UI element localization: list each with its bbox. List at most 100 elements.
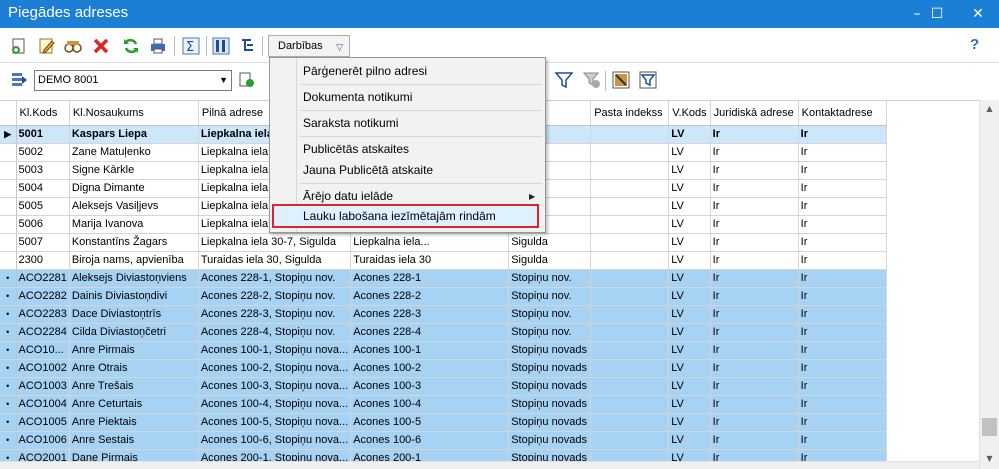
table-cell[interactable]: Anre Otrais — [69, 359, 199, 378]
table-cell[interactable]: Ir — [798, 197, 887, 216]
table-cell[interactable]: Ir — [710, 395, 799, 414]
table-cell[interactable] — [590, 179, 670, 198]
table-cell[interactable]: ACO1005 — [16, 413, 70, 432]
table-cell[interactable]: Ir — [710, 341, 799, 360]
table-cell[interactable]: LV — [668, 197, 711, 216]
table-cell[interactable]: Acones 228-2, Stopiņu nov. — [198, 287, 352, 306]
table-cell[interactable]: 5003 — [16, 161, 70, 180]
table-cell[interactable]: LV — [668, 359, 711, 378]
table-cell[interactable]: Turaidas iela 30 — [350, 251, 510, 270]
row-indicator[interactable] — [0, 161, 17, 180]
table-cell[interactable]: Stopiņu novads — [508, 359, 592, 378]
table-cell[interactable]: Stopiņu novads — [508, 377, 592, 396]
maximize-button[interactable]: ☐ — [917, 0, 957, 28]
table-cell[interactable]: LV — [668, 215, 711, 234]
table-row[interactable]: • ACO2283 Dace Diviastoņtrīs Acones 228-3, … — [0, 305, 887, 324]
table-cell[interactable]: LV — [668, 125, 711, 144]
table-cell[interactable]: Acones 228-2 — [350, 287, 510, 306]
table-cell[interactable]: LV — [668, 377, 711, 396]
table-cell[interactable]: ACO1006 — [16, 431, 70, 450]
table-row[interactable]: • ACO2282 Dainis Diviastoņdivi Acones 228-2… — [0, 287, 887, 306]
table-cell[interactable] — [590, 287, 670, 306]
scroll-up-icon[interactable]: ▲ — [980, 100, 999, 117]
table-cell[interactable]: LV — [668, 431, 711, 450]
table-cell[interactable]: Cilda Diviastoņčetri — [69, 323, 199, 342]
column-header[interactable]: Juridiskā adrese — [710, 101, 799, 126]
table-cell[interactable]: Ir — [710, 143, 799, 162]
table-cell[interactable] — [590, 305, 670, 324]
row-indicator[interactable] — [0, 197, 17, 216]
table-cell[interactable] — [590, 161, 670, 180]
table-cell[interactable]: Acones 100-5, Stopiņu nova... — [198, 413, 352, 432]
table-cell[interactable]: Marija Ivanova — [69, 215, 199, 234]
table-cell[interactable]: Ir — [798, 287, 887, 306]
table-cell[interactable] — [590, 197, 670, 216]
table-cell[interactable]: Ir — [798, 449, 887, 461]
table-cell[interactable]: Acones 200-1 — [350, 449, 510, 461]
table-cell[interactable]: LV — [668, 233, 711, 252]
column-header[interactable]: Kl.Kods — [16, 101, 70, 126]
table-cell[interactable]: Stopiņu novads — [508, 431, 592, 450]
column-header[interactable]: Kontaktadrese — [798, 101, 887, 126]
table-cell[interactable]: Ir — [710, 413, 799, 432]
table-cell[interactable]: LV — [668, 269, 711, 288]
row-indicator[interactable]: • — [0, 449, 17, 461]
row-indicator[interactable]: ▶ — [0, 125, 17, 144]
table-cell[interactable]: Ir — [710, 377, 799, 396]
columns-icon[interactable] — [212, 37, 230, 55]
row-indicator[interactable] — [0, 143, 17, 162]
table-cell[interactable]: Anre Trešais — [69, 377, 199, 396]
table-cell[interactable]: Ir — [710, 431, 799, 450]
table-cell[interactable]: Aleksejs Vasiļjevs — [69, 197, 199, 216]
table-cell[interactable] — [590, 269, 670, 288]
refresh-list-icon[interactable] — [238, 71, 256, 89]
edit-icon[interactable] — [38, 37, 56, 55]
help-icon[interactable]: ? — [970, 36, 979, 53]
table-row[interactable]: • ACO2284 Cilda Diviastoņčetri Acones 228-4… — [0, 323, 887, 342]
table-cell[interactable]: Ir — [798, 179, 887, 198]
table-cell[interactable]: 5002 — [16, 143, 70, 162]
table-cell[interactable]: Ir — [798, 125, 887, 144]
table-cell[interactable]: Stopiņu novads — [508, 395, 592, 414]
table-cell[interactable] — [590, 431, 670, 450]
table-cell[interactable]: Zane Matuļenko — [69, 143, 199, 162]
menu-item-published-reports[interactable]: Publicētās atskaites — [303, 139, 409, 159]
table-cell[interactable]: LV — [668, 305, 711, 324]
table-cell[interactable]: Acones 228-4, Stopiņu nov. — [198, 323, 352, 342]
table-cell[interactable]: 5004 — [16, 179, 70, 198]
table-cell[interactable]: Ir — [798, 305, 887, 324]
tree-view-icon[interactable] — [238, 37, 256, 55]
row-indicator[interactable]: • — [0, 413, 17, 432]
table-row[interactable]: • ACO2281 Aleksejs Diviastoņviens Acones 22… — [0, 269, 887, 288]
table-cell[interactable]: Ir — [710, 215, 799, 234]
table-cell[interactable]: Acones 100-2, Stopiņu nova... — [198, 359, 352, 378]
table-cell[interactable]: LV — [668, 341, 711, 360]
table-cell[interactable]: ACO2001 — [16, 449, 70, 461]
table-cell[interactable]: Stopiņu novads — [508, 413, 592, 432]
table-cell[interactable]: Anre Pirmais — [69, 341, 199, 360]
table-cell[interactable]: Stopiņu nov. — [508, 287, 592, 306]
filter-icon[interactable] — [555, 71, 573, 89]
table-cell[interactable]: 5007 — [16, 233, 70, 252]
row-indicator[interactable]: • — [0, 323, 17, 342]
advanced-filter-icon[interactable] — [639, 71, 657, 89]
table-cell[interactable]: Ir — [710, 323, 799, 342]
table-cell[interactable]: Acones 100-6, Stopiņu nova... — [198, 431, 352, 450]
table-cell[interactable]: Konstantīns Žagars — [69, 233, 199, 252]
row-indicator[interactable]: • — [0, 269, 17, 288]
table-cell[interactable] — [590, 449, 670, 461]
table-cell[interactable]: ACO2281 — [16, 269, 70, 288]
table-cell[interactable]: ACO10... — [16, 341, 70, 360]
table-cell[interactable]: Ir — [710, 179, 799, 198]
table-cell[interactable]: Ir — [798, 251, 887, 270]
table-cell[interactable]: Ir — [798, 233, 887, 252]
table-cell[interactable]: Ir — [710, 449, 799, 461]
column-filter-icon[interactable] — [612, 71, 630, 89]
table-cell[interactable]: Dace Diviastoņtrīs — [69, 305, 199, 324]
table-cell[interactable]: Anre Piektais — [69, 413, 199, 432]
table-cell[interactable] — [590, 251, 670, 270]
table-cell[interactable]: Ir — [710, 197, 799, 216]
table-cell[interactable]: Acones 100-6 — [350, 431, 510, 450]
scroll-thumb[interactable] — [982, 418, 997, 436]
table-cell[interactable]: Stopiņu novads — [508, 341, 592, 360]
